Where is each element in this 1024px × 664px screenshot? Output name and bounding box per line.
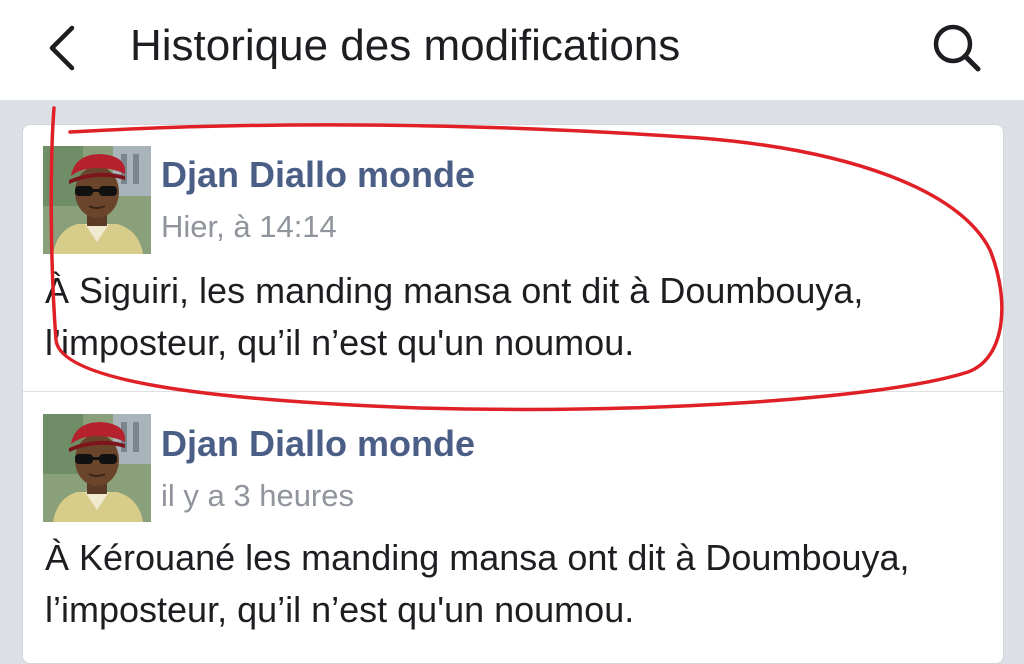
profile-photo [43, 146, 151, 254]
revision-text: À Kérouané les manding mansa ont dit à D… [45, 537, 910, 630]
timestamp: il y a 3 heures [161, 478, 354, 513]
page-title: Historique des modifications [130, 21, 681, 70]
top-bar: Historique des modifications [0, 0, 1024, 100]
author-name[interactable]: Djan Diallo monde [161, 153, 475, 197]
avatar[interactable] [43, 414, 151, 522]
search-icon [933, 24, 981, 72]
revision-entry: Djan Diallo monde il y a 3 heures À Kéro… [23, 391, 1003, 663]
search-button[interactable] [926, 18, 986, 78]
back-button[interactable] [40, 22, 90, 74]
revision-text: À Siguiri, les manding mansa ont dit à D… [45, 270, 864, 363]
avatar[interactable] [43, 146, 151, 254]
chevron-left-icon [49, 25, 75, 71]
profile-photo [43, 414, 151, 522]
revision-list: Djan Diallo monde Hier, à 14:14 À Siguir… [22, 124, 1004, 664]
timestamp: Hier, à 14:14 [161, 209, 337, 244]
revision-entry: Djan Diallo monde Hier, à 14:14 À Siguir… [23, 125, 1003, 391]
author-name[interactable]: Djan Diallo monde [161, 422, 475, 466]
